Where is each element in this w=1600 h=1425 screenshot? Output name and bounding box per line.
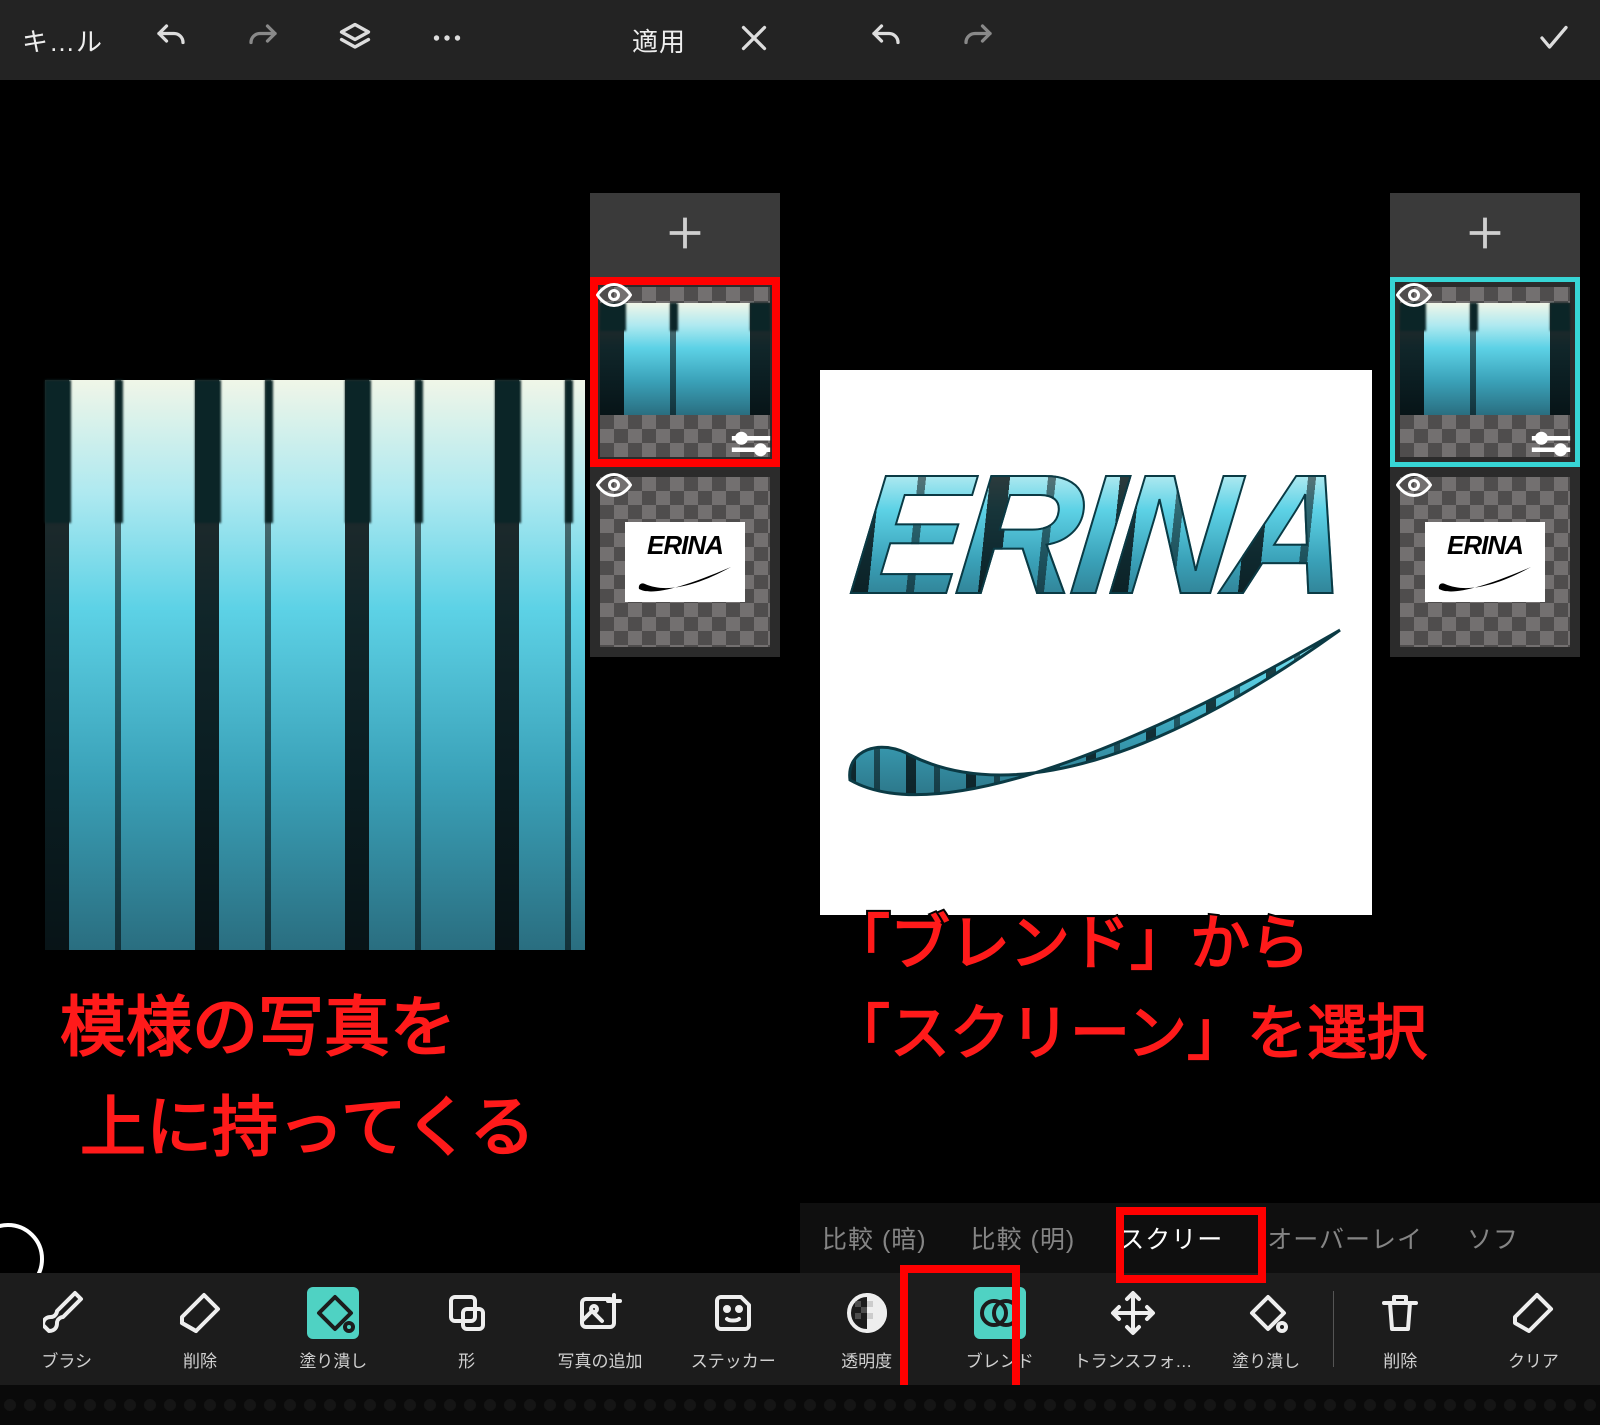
annotation-line1: 模様の写真を <box>60 980 456 1076</box>
shape-icon <box>441 1287 493 1339</box>
layer-logo-text: ERINA <box>1447 530 1523 561</box>
trash-icon <box>1374 1287 1426 1339</box>
redo-button[interactable] <box>217 0 309 80</box>
tool-blend[interactable]: ブレンド <box>933 1273 1066 1385</box>
confirm-button[interactable] <box>1508 0 1600 80</box>
tool-fill[interactable]: 塗り潰し <box>1200 1273 1333 1385</box>
add-layer-button[interactable] <box>590 193 780 277</box>
sticker-icon <box>707 1287 759 1339</box>
undo-icon <box>868 20 904 61</box>
left-canvas[interactable]: ERINA 模様の写真を 上に持ってくる <box>0 80 800 1275</box>
tool-label: 削除 <box>183 1347 217 1372</box>
sliders-icon[interactable] <box>1528 427 1574 461</box>
eye-icon[interactable] <box>596 473 632 497</box>
redo-icon <box>245 20 281 61</box>
tool-label: ブラシ <box>41 1347 92 1372</box>
tool-label: 塗り潰し <box>299 1347 367 1372</box>
blend-screen[interactable]: スクリー <box>1097 1220 1245 1256</box>
blend-overlay[interactable]: オーバーレイ <box>1245 1220 1445 1256</box>
tool-label: 削除 <box>1383 1347 1417 1372</box>
layer-thumb-logo[interactable]: ERINA <box>1390 467 1580 657</box>
more-button[interactable] <box>401 0 493 80</box>
tool-label: 透明度 <box>841 1347 892 1372</box>
undo-icon <box>153 20 189 61</box>
undo-button[interactable] <box>125 0 217 80</box>
clear-icon <box>1507 1287 1559 1339</box>
add-layer-button[interactable] <box>1390 193 1580 277</box>
layer-thumb-photo[interactable] <box>1390 277 1580 467</box>
tool-label: 写真の追加 <box>557 1347 642 1372</box>
left-pane: キ…ル 適用 <box>0 0 800 1425</box>
decorative-strip <box>0 1385 800 1425</box>
swoosh-icon <box>1435 561 1535 595</box>
tool-shape[interactable]: 形 <box>400 1273 533 1385</box>
blend-mode-strip[interactable]: 比較 (暗) 比較 (明) スクリー オーバーレイ ソフ <box>800 1203 1600 1273</box>
blend-icon <box>974 1287 1026 1339</box>
bucket-icon <box>307 1287 359 1339</box>
tool-fill[interactable]: 塗り潰し <box>267 1273 400 1385</box>
bucket-icon <box>1240 1287 1292 1339</box>
right-topbar <box>800 0 1600 80</box>
brush-icon <box>41 1287 93 1339</box>
swoosh-icon <box>635 561 735 595</box>
eye-icon[interactable] <box>596 283 632 307</box>
tool-label: ステッカー <box>691 1347 776 1372</box>
cancel-button[interactable]: キ…ル <box>0 0 125 80</box>
pattern-photo[interactable] <box>45 380 585 950</box>
tool-label: 塗り潰し <box>1232 1347 1300 1372</box>
tool-opacity[interactable]: 透明度 <box>800 1273 933 1385</box>
layers-button[interactable] <box>309 0 401 80</box>
dual-screenshot-stage: キ…ル 適用 <box>0 0 1600 1425</box>
layers-panel: ERINA <box>590 193 780 657</box>
logo-text: ERINA <box>845 450 1352 620</box>
layers-icon <box>337 20 373 61</box>
logo-swoosh <box>840 610 1350 810</box>
tool-label: 形 <box>458 1347 475 1372</box>
ellipsis-icon <box>429 20 465 61</box>
left-topbar: キ…ル 適用 <box>0 0 800 80</box>
tool-delete[interactable]: 削除 <box>1334 1273 1467 1385</box>
tool-erase[interactable]: 削除 <box>133 1273 266 1385</box>
annotation-line2: 上に持ってくる <box>80 1080 535 1176</box>
tool-label: クリア <box>1508 1347 1559 1372</box>
redo-icon <box>960 20 996 61</box>
layer-thumb-logo[interactable]: ERINA <box>590 467 780 657</box>
tool-transform[interactable]: トランスフォ… <box>1066 1273 1199 1385</box>
tool-clear[interactable]: クリア <box>1467 1273 1600 1385</box>
right-pane: ERINA <box>800 0 1600 1425</box>
layer-logo-text: ERINA <box>647 530 723 561</box>
check-icon <box>1536 20 1572 61</box>
close-icon <box>736 20 772 61</box>
blend-darken[interactable]: 比較 (暗) <box>800 1220 949 1256</box>
apply-button[interactable]: 適用 <box>610 0 708 80</box>
sliders-icon[interactable] <box>728 427 774 461</box>
left-bottom-toolbar: ブラシ 削除 塗り潰し 形 写真の追加 ステッカー <box>0 1273 800 1385</box>
right-canvas[interactable]: ERINA <box>800 80 1600 1203</box>
blended-logo-art[interactable]: ERINA <box>820 370 1372 915</box>
layers-panel: ERINA <box>1390 193 1580 657</box>
blend-softlight[interactable]: ソフ <box>1445 1220 1541 1256</box>
layer-thumb-photo[interactable] <box>590 277 780 467</box>
close-button[interactable] <box>708 0 800 80</box>
decorative-strip <box>800 1385 1600 1425</box>
undo-button[interactable] <box>840 0 932 80</box>
blend-lighten[interactable]: 比較 (明) <box>949 1220 1098 1256</box>
redo-button[interactable] <box>932 0 1024 80</box>
annotation-line1: 「ブレンド」から <box>830 900 1310 987</box>
eye-icon[interactable] <box>1396 283 1432 307</box>
eye-icon[interactable] <box>1396 473 1432 497</box>
tool-label: トランスフォ… <box>1074 1347 1193 1372</box>
tool-label: ブレンド <box>966 1347 1034 1372</box>
image-plus-icon <box>574 1287 626 1339</box>
transform-icon <box>1107 1287 1159 1339</box>
tool-sticker[interactable]: ステッカー <box>667 1273 800 1385</box>
right-bottom-toolbar: 透明度 ブレンド トランスフォ… 塗り潰し 削除 クリア <box>800 1273 1600 1385</box>
tool-brush[interactable]: ブラシ <box>0 1273 133 1385</box>
eraser-icon <box>174 1287 226 1339</box>
plus-icon <box>662 210 708 261</box>
tool-addphoto[interactable]: 写真の追加 <box>533 1273 666 1385</box>
annotation-line2: 「スクリーン」を選択 <box>830 990 1427 1077</box>
opacity-icon <box>841 1287 893 1339</box>
plus-icon <box>1462 210 1508 261</box>
